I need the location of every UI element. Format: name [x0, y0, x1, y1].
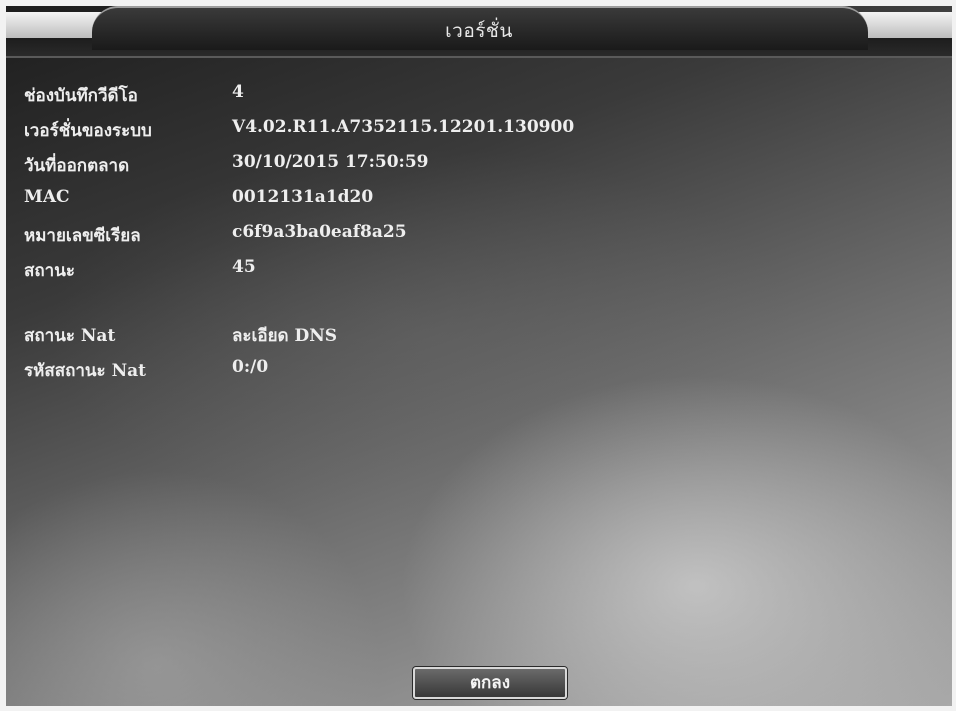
- status-value: 45: [232, 257, 256, 277]
- version-dialog: เวอร์ชั่น ช่องบันทึกวีดีโอ 4 เวอร์ชั่นขอ…: [6, 6, 952, 706]
- serial-number-value: c6f9a3ba0eaf8a25: [232, 222, 407, 242]
- dialog-title: เวอร์ชั่น: [445, 20, 513, 42]
- nat-status-code-label: รหัสสถานะ Nat: [24, 361, 147, 381]
- system-version-label: เวอร์ชั่นของระบบ: [24, 121, 152, 141]
- nat-status-value: ละเอียด DNS: [232, 326, 338, 346]
- system-version-value: V4.02.R11.A7352115.12201.130900: [232, 117, 575, 137]
- record-channels-value: 4: [232, 82, 244, 102]
- mac-value: 0012131a1d20: [232, 187, 374, 207]
- mac-label: MAC: [24, 187, 70, 207]
- record-channels-label: ช่องบันทึกวีดีโอ: [24, 86, 138, 106]
- nat-status-code-value: 0:/0: [232, 357, 269, 377]
- status-label: สถานะ: [24, 261, 75, 281]
- title-bar: เวอร์ชั่น: [6, 6, 952, 58]
- ok-button[interactable]: ตกลง: [413, 667, 567, 699]
- nat-status-label: สถานะ Nat: [24, 326, 116, 346]
- serial-number-label: หมายเลขซีเรียล: [24, 226, 141, 246]
- release-date-label: วันที่ออกตลาด: [24, 156, 130, 176]
- release-date-value: 30/10/2015 17:50:59: [232, 152, 429, 172]
